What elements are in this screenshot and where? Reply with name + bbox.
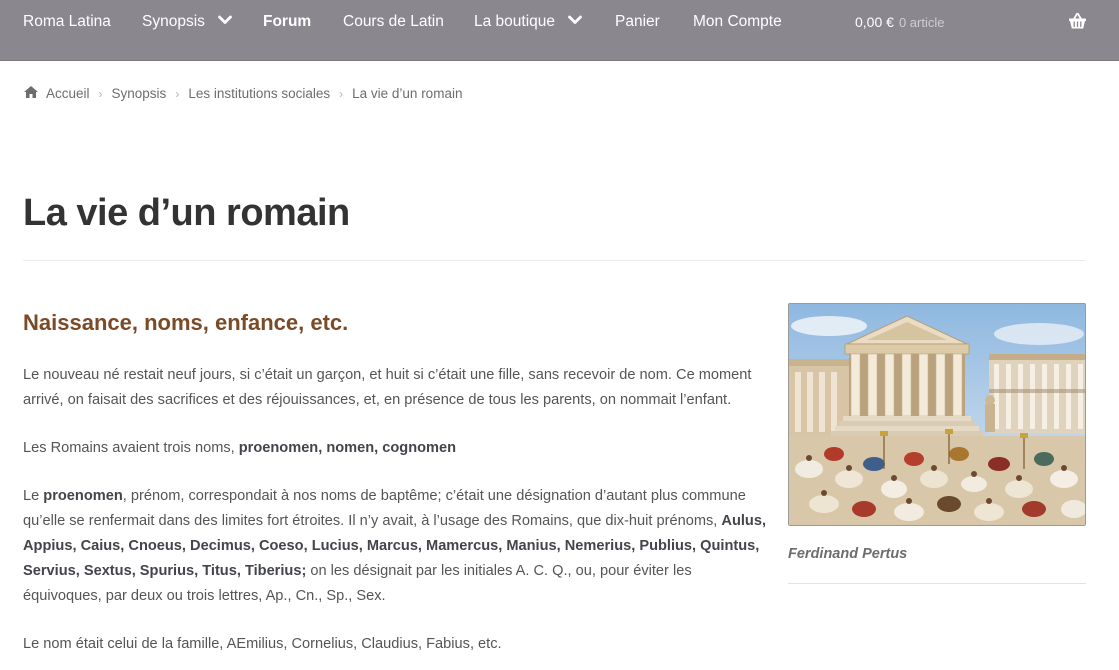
chevron-down-icon: [218, 16, 233, 25]
breadcrumb-link-accueil[interactable]: Accueil: [46, 86, 90, 101]
paragraph-text: , prénom, correspondait à nos noms de ba…: [23, 488, 746, 529]
article-paragraph-4: Le nom était celui de la famille, AEmili…: [23, 636, 502, 652]
nav-item-forum[interactable]: Forum: [263, 12, 311, 32]
paragraph-text: Le: [23, 488, 44, 504]
figure-caption: Ferdinand Pertus: [788, 546, 908, 562]
painting-illustration: [789, 304, 1085, 525]
article-paragraph-1: Le nouveau né restait neuf jours, si c’é…: [23, 367, 752, 408]
paragraph-bold-text: proenomen: [43, 488, 123, 504]
nav-item-label: La boutique: [474, 13, 556, 30]
top-navigation-bar: Roma Latina Synopsis Forum Cours de Lati…: [0, 0, 1119, 61]
nav-item-synopsis[interactable]: Synopsis: [142, 12, 233, 32]
paragraph-text: Les Romains avaient trois noms,: [23, 440, 239, 456]
basket-icon[interactable]: [1068, 12, 1087, 30]
nav-item-label: Synopsis: [142, 13, 205, 30]
breadcrumb: Accueil › Synopsis › Les institutions social…: [23, 85, 462, 103]
paragraph-bold-text: proenomen, nomen, cognomen: [238, 440, 457, 456]
cart-item-count: 0 article: [898, 15, 945, 30]
article-body: Le nouveau né restait neuf jours, si c’é…: [23, 363, 773, 670]
breadcrumb-link-synopsis[interactable]: Synopsis: [112, 86, 167, 101]
nav-item-la-boutique[interactable]: La boutique: [474, 12, 583, 32]
article-paragraph-3: Le proenomen, prénom, correspondait à no…: [23, 484, 773, 609]
breadcrumb-separator-icon: ›: [339, 87, 344, 101]
chevron-down-icon: [568, 16, 583, 25]
cart-total-amount: 0,00 €: [855, 14, 894, 30]
site-brand-link[interactable]: Roma Latina: [23, 12, 111, 32]
breadcrumb-current: La vie d’un romain: [352, 86, 463, 101]
roman-temple-painting-image: [788, 303, 1086, 526]
page-title: La vie d’un romain: [23, 192, 350, 234]
title-divider: [23, 260, 1086, 261]
home-icon[interactable]: [23, 85, 39, 99]
nav-item-cours-de-latin[interactable]: Cours de Latin: [343, 12, 444, 32]
figure-divider: [788, 583, 1086, 584]
breadcrumb-separator-icon: ›: [175, 87, 180, 101]
breadcrumb-separator-icon: ›: [98, 87, 103, 101]
breadcrumb-link-institutions[interactable]: Les institutions sociales: [188, 86, 330, 101]
cart-summary-link[interactable]: 0,00 € 0 article: [855, 12, 944, 32]
article-paragraph-2: Les Romains avaient trois noms, proenome…: [23, 436, 773, 461]
nav-item-mon-compte[interactable]: Mon Compte: [693, 12, 782, 32]
nav-item-panier[interactable]: Panier: [615, 12, 660, 32]
section-heading: Naissance, noms, enfance, etc.: [23, 310, 349, 335]
